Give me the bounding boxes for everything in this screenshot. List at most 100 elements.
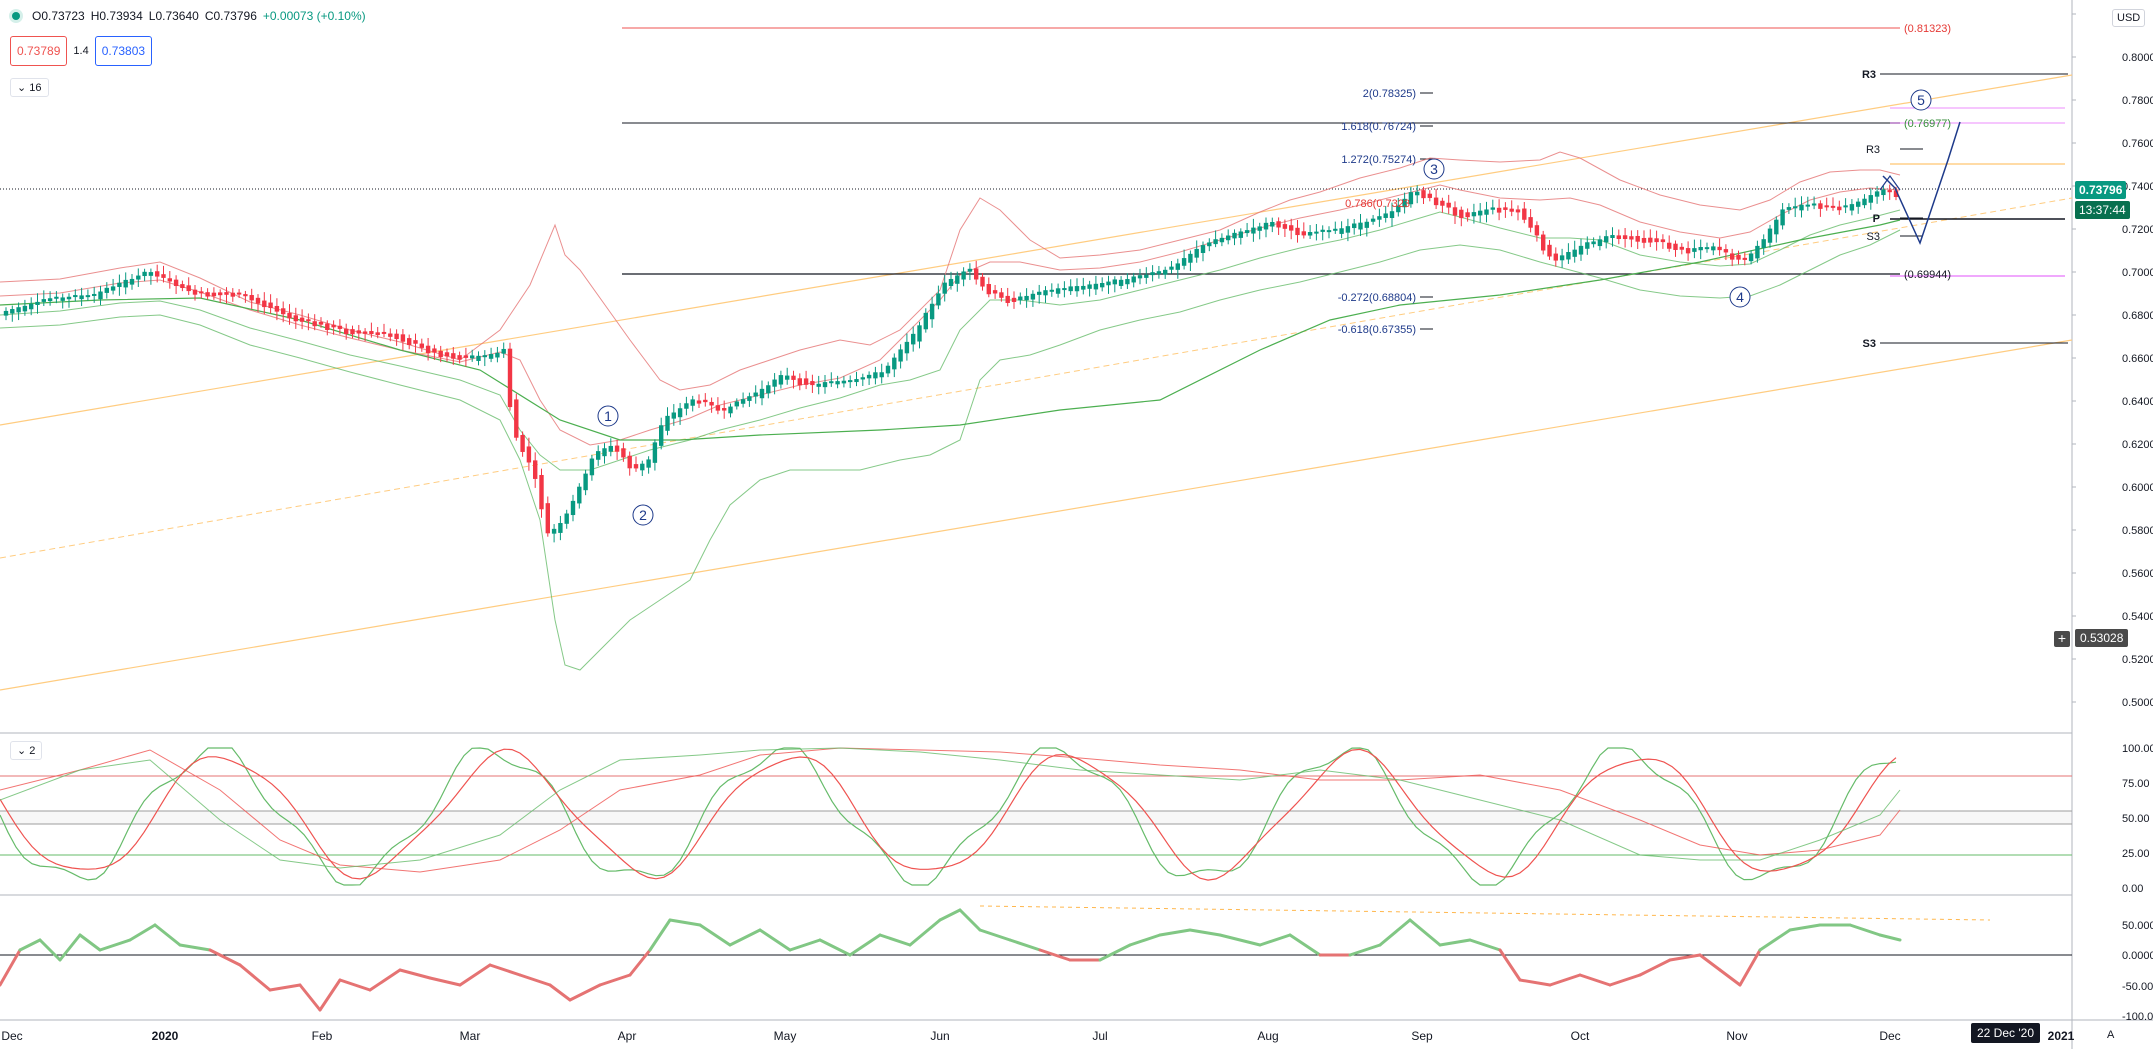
osc-segment <box>1288 933 1322 957</box>
candle-body <box>1333 228 1338 231</box>
candle-body <box>1849 204 1855 211</box>
candle-body <box>104 287 109 293</box>
price-axis[interactable]: 0.80.800000.780000.760000.740000.720000.… <box>2072 9 2153 709</box>
time-tick-label: Apr <box>618 1029 637 1043</box>
candle-body <box>243 294 248 297</box>
candle-body <box>1528 217 1533 228</box>
main-indicators-toggle[interactable]: ⌄ 16 <box>10 78 49 97</box>
fib-label-1272[interactable]: 1.272(0.75274) <box>1341 154 1416 166</box>
candle-body <box>703 399 708 403</box>
price-label-76977[interactable]: (0.76977) <box>1904 118 1951 130</box>
candle-body <box>980 276 985 287</box>
price-label-69944[interactable]: (0.69944) <box>1904 269 1951 281</box>
stoch-axis[interactable]: 100.00 75.00 50.00 25.00 0.00 <box>2122 743 2153 895</box>
pivot-s3-label[interactable]: S3 <box>1863 338 1876 350</box>
candle-body <box>1175 263 1180 270</box>
candle-body <box>602 448 607 457</box>
wave-label-2[interactable]: 2 <box>632 504 654 526</box>
candle-body <box>224 292 229 295</box>
pivot-r3-label[interactable]: R3 <box>1862 69 1876 81</box>
pivot-p-label[interactable]: P <box>1873 213 1880 225</box>
candle-body <box>659 425 664 446</box>
candle-body <box>16 307 21 313</box>
fib-label-m0618[interactable]: -0.618(0.67355) <box>1338 324 1416 336</box>
wave-label-4[interactable]: 4 <box>1729 286 1751 308</box>
candle-body <box>1226 235 1231 241</box>
time-axis[interactable]: Dec 2020 Feb Mar Apr May Jun Jul Aug Sep Oct Nov Dec… <box>1 1029 2074 1043</box>
osc-axis[interactable]: 50.00000 0.00000 -50.00000 -100.00000 <box>2122 920 2153 1023</box>
time-tick-label: Jul <box>1092 1029 1107 1043</box>
candle-body <box>350 329 355 335</box>
candle-body <box>1125 279 1130 285</box>
osc-segment <box>818 938 852 957</box>
candle-body <box>835 381 840 385</box>
time-tick-label: Mar <box>460 1029 481 1043</box>
price-label-81323[interactable]: (0.81323) <box>1904 23 1951 35</box>
candle-body <box>110 286 116 291</box>
lower-band-inner <box>0 209 1901 471</box>
fib-label-0786[interactable]: 0.786(0.7323 <box>1345 198 1410 210</box>
candle-body <box>1207 242 1212 247</box>
candle-body <box>293 315 298 322</box>
osc-segment <box>648 918 672 952</box>
pivot-s3-label-2[interactable]: S3 <box>1867 231 1880 243</box>
candle-body <box>1604 236 1609 243</box>
candle-body <box>1011 297 1017 302</box>
candle-body <box>1326 230 1332 233</box>
candle-body <box>1572 249 1577 257</box>
osc-segment <box>1638 958 1672 977</box>
candle-body <box>873 372 878 379</box>
candle-body <box>1534 225 1540 236</box>
sell-button[interactable]: 0.73789 <box>10 36 68 66</box>
candle-body <box>1087 284 1092 289</box>
candle-body <box>974 268 979 280</box>
candle-body <box>848 380 853 383</box>
candle-body <box>331 324 336 328</box>
oscillator-line <box>0 908 1902 1012</box>
chevron-down-icon: ⌄ <box>17 745 27 757</box>
auto-scale-button[interactable]: A <box>2107 1029 2114 1041</box>
channel-lower-line[interactable] <box>0 339 2073 691</box>
osc-segment <box>238 963 272 992</box>
add-plus-icon[interactable]: + <box>2054 631 2070 647</box>
osc-segment <box>398 968 432 980</box>
candle-body <box>1629 236 1634 240</box>
market-status-icon <box>12 12 20 20</box>
candle-body <box>728 406 733 414</box>
candle-body <box>734 401 739 407</box>
channel-upper-line[interactable] <box>0 74 2073 426</box>
fib-label-1618[interactable]: 1.618(0.76724) <box>1341 121 1416 133</box>
candle-body <box>218 292 223 296</box>
candle-body <box>400 334 406 342</box>
wave-label-3[interactable]: 3 <box>1423 158 1445 180</box>
ohlc-legend[interactable]: O0.73723 H0.73934 L0.73640 C0.73796 +0.0… <box>12 9 366 23</box>
candle-body <box>407 338 412 346</box>
wave-label-5[interactable]: 5 <box>1910 89 1932 111</box>
candle-body <box>841 380 847 384</box>
candle-body <box>747 396 752 401</box>
candle-body <box>1723 249 1729 253</box>
buy-button[interactable]: 0.73803 <box>94 36 153 66</box>
price-tick-label: 0.80000 <box>2122 52 2153 64</box>
wave-label-1[interactable]: 1 <box>597 405 619 427</box>
candle-body <box>1345 226 1351 233</box>
fib-label-m0272[interactable]: -0.272(0.68804) <box>1338 292 1416 304</box>
pivot-r3-label-2[interactable]: R3 <box>1866 144 1880 156</box>
candle-body <box>85 295 91 298</box>
candle-body <box>92 293 97 296</box>
chart-canvas[interactable]: 1 2 3 4 5 2(0.78325) 1.618(0.76724) 1.27… <box>0 0 2153 1049</box>
bid-ask-panel[interactable]: 0.73789 1.4 0.73803 <box>10 36 153 66</box>
upper-band-inner <box>0 184 1901 446</box>
currency-button[interactable]: USD <box>2112 9 2146 27</box>
candle-body <box>936 293 941 306</box>
candle-body <box>892 357 897 370</box>
stoch-pane-toggle[interactable]: ⌄ 2 <box>10 741 43 760</box>
channel-mid-line[interactable] <box>0 197 2073 559</box>
fib-label-2[interactable]: 2(0.78325) <box>1363 88 1416 100</box>
osc-segment <box>338 978 372 992</box>
osc-trendline[interactable] <box>979 905 1991 921</box>
candle-body <box>1685 248 1691 254</box>
candlestick-series[interactable] <box>3 184 1899 543</box>
ohlc-change: +0.00073 (+0.10%) <box>262 9 366 23</box>
osc-segment <box>1348 943 1382 957</box>
